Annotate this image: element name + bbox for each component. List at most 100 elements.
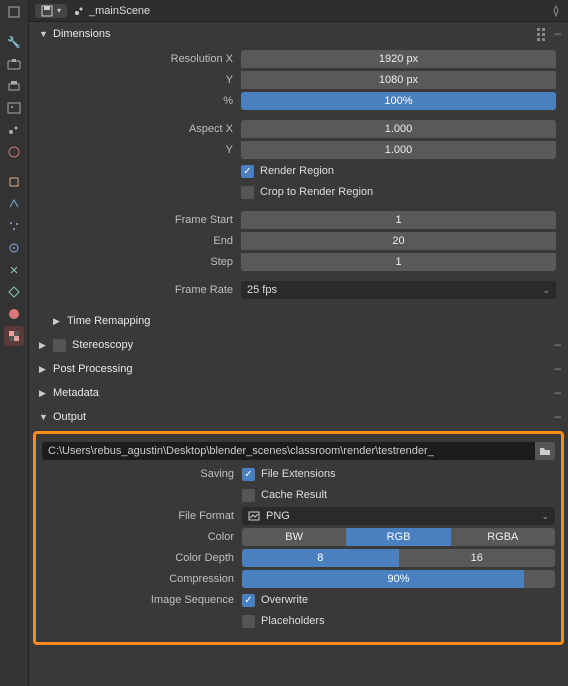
- tool-wrench-icon[interactable]: 🔧: [4, 32, 24, 52]
- pin-context-dropdown[interactable]: ▾: [35, 4, 67, 18]
- tool-data-icon[interactable]: [4, 282, 24, 302]
- tool-camera-icon[interactable]: [4, 54, 24, 74]
- grip-icon[interactable]: ┅: [554, 411, 562, 424]
- label-image-sequence: Image Sequence: [42, 594, 242, 606]
- grip-icon[interactable]: ┅: [554, 339, 562, 352]
- grip-icon[interactable]: ┅: [554, 387, 562, 400]
- label-frame-rate: Frame Rate: [41, 284, 241, 296]
- render-region-label: Render Region: [260, 165, 334, 177]
- chevron-down-icon: ⌄: [542, 285, 550, 296]
- resolution-percent-slider[interactable]: 100%: [241, 92, 556, 110]
- label-frame-end: End: [41, 235, 241, 247]
- file-extensions-label: File Extensions: [261, 468, 336, 480]
- tool-particle-icon[interactable]: [4, 216, 24, 236]
- panel-header-metadata[interactable]: ▶ Metadata ┅: [35, 381, 562, 405]
- panel-title: Post Processing: [53, 363, 132, 375]
- resolution-x-input[interactable]: 1920 px: [241, 50, 556, 68]
- properties-region: ▾ _mainScene ▼ Dimensions ┅ Resolution X: [29, 0, 568, 686]
- tool-printer-icon[interactable]: [4, 76, 24, 96]
- panel-header-dimensions[interactable]: ▼ Dimensions ┅: [35, 22, 562, 46]
- grip-icon[interactable]: ┅: [554, 363, 562, 376]
- color-rgba-button[interactable]: RGBA: [451, 528, 555, 546]
- editor-type-dropdown-icon[interactable]: [4, 2, 24, 22]
- output-path-input[interactable]: C:\Users\rebus_agustin\Desktop\blender_s…: [42, 442, 535, 460]
- panel-title: Time Remapping: [67, 315, 150, 327]
- frame-step-input[interactable]: 1: [241, 253, 556, 271]
- tool-texture-icon[interactable]: [4, 326, 24, 346]
- aspect-x-input[interactable]: 1.000: [241, 120, 556, 138]
- chevron-down-icon: ⌄: [541, 511, 549, 522]
- disclosure-triangle-icon: ▼: [39, 29, 49, 39]
- panel-header-stereoscopy[interactable]: ▶ Stereoscopy ┅: [35, 333, 562, 357]
- panel-header-post-processing[interactable]: ▶ Post Processing ┅: [35, 357, 562, 381]
- tool-image-icon[interactable]: [4, 98, 24, 118]
- render-region-checkbox[interactable]: ✓: [241, 165, 254, 178]
- frame-start-input[interactable]: 1: [241, 211, 556, 229]
- disclosure-triangle-icon: ▶: [39, 388, 49, 399]
- preset-menu-icon[interactable]: [536, 27, 550, 42]
- image-format-icon: [248, 510, 260, 522]
- label-frame-step: Step: [41, 256, 241, 268]
- color-bw-button[interactable]: BW: [242, 528, 346, 546]
- tool-modifier-icon[interactable]: [4, 194, 24, 214]
- label-compression: Compression: [42, 573, 242, 585]
- tool-scene-icon[interactable]: [4, 120, 24, 140]
- panel-header-output[interactable]: ▼ Output ┅: [35, 405, 562, 429]
- depth-16-button[interactable]: 16: [399, 549, 556, 567]
- output-section-highlight: C:\Users\rebus_agustin\Desktop\blender_s…: [33, 431, 564, 645]
- panel-title: Output: [53, 411, 86, 423]
- compression-value: 90%: [242, 570, 555, 588]
- aspect-y-input[interactable]: 1.000: [241, 141, 556, 159]
- tool-material-icon[interactable]: [4, 304, 24, 324]
- label-color: Color: [42, 531, 242, 543]
- disclosure-triangle-icon: ▶: [53, 316, 63, 327]
- save-icon: [41, 5, 53, 17]
- overwrite-checkbox[interactable]: ✓: [242, 594, 255, 607]
- color-rgb-button[interactable]: RGB: [346, 528, 450, 546]
- tool-physics-icon[interactable]: [4, 238, 24, 258]
- disclosure-triangle-icon: ▶: [39, 364, 49, 375]
- frame-rate-value: 25 fps: [247, 284, 277, 296]
- header-bar: ▾ _mainScene: [29, 0, 568, 22]
- depth-8-button[interactable]: 8: [242, 549, 399, 567]
- scene-name-text: _mainScene: [89, 5, 150, 17]
- tool-constraint-icon[interactable]: [4, 260, 24, 280]
- label-color-depth: Color Depth: [42, 552, 242, 564]
- label-aspect-x: Aspect X: [41, 123, 241, 135]
- file-format-select[interactable]: PNG ⌄: [242, 507, 555, 525]
- cache-result-checkbox[interactable]: [242, 489, 255, 502]
- label-resolution-y: Y: [41, 74, 241, 86]
- disclosure-triangle-icon: ▼: [39, 412, 49, 422]
- stereoscopy-enable-checkbox[interactable]: [53, 339, 66, 352]
- crop-render-region-checkbox[interactable]: [241, 186, 254, 199]
- label-frame-start: Frame Start: [41, 214, 241, 226]
- resolution-percent-value: 100%: [241, 92, 556, 110]
- pin-icon[interactable]: [550, 5, 562, 17]
- disclosure-triangle-icon: ▶: [39, 340, 49, 351]
- label-resolution-x: Resolution X: [41, 53, 241, 65]
- browse-folder-button[interactable]: [535, 442, 555, 460]
- grip-icon[interactable]: ┅: [554, 28, 562, 41]
- crop-render-region-label: Crop to Render Region: [260, 186, 373, 198]
- panel-title: Dimensions: [53, 28, 110, 40]
- placeholders-checkbox[interactable]: [242, 615, 255, 628]
- placeholders-label: Placeholders: [261, 615, 325, 627]
- label-aspect-y: Y: [41, 144, 241, 156]
- tool-world-icon[interactable]: [4, 142, 24, 162]
- left-toolbar: 🔧: [0, 0, 29, 686]
- scene-icon: [73, 5, 85, 17]
- resolution-y-input[interactable]: 1080 px: [241, 71, 556, 89]
- overwrite-label: Overwrite: [261, 594, 308, 606]
- scene-name[interactable]: _mainScene: [73, 5, 544, 17]
- file-format-value: PNG: [266, 510, 290, 522]
- frame-rate-select[interactable]: 25 fps ⌄: [241, 281, 556, 299]
- panel-header-time-remapping[interactable]: ▶ Time Remapping: [35, 309, 562, 333]
- file-extensions-checkbox[interactable]: ✓: [242, 468, 255, 481]
- label-saving: Saving: [42, 468, 242, 480]
- tool-object-icon[interactable]: [4, 172, 24, 192]
- label-percent: %: [41, 95, 241, 107]
- panel-title: Stereoscopy: [72, 339, 133, 351]
- frame-end-input[interactable]: 20: [241, 232, 556, 250]
- compression-slider[interactable]: 90%: [242, 570, 555, 588]
- color-mode-toggle: BW RGB RGBA: [242, 528, 555, 546]
